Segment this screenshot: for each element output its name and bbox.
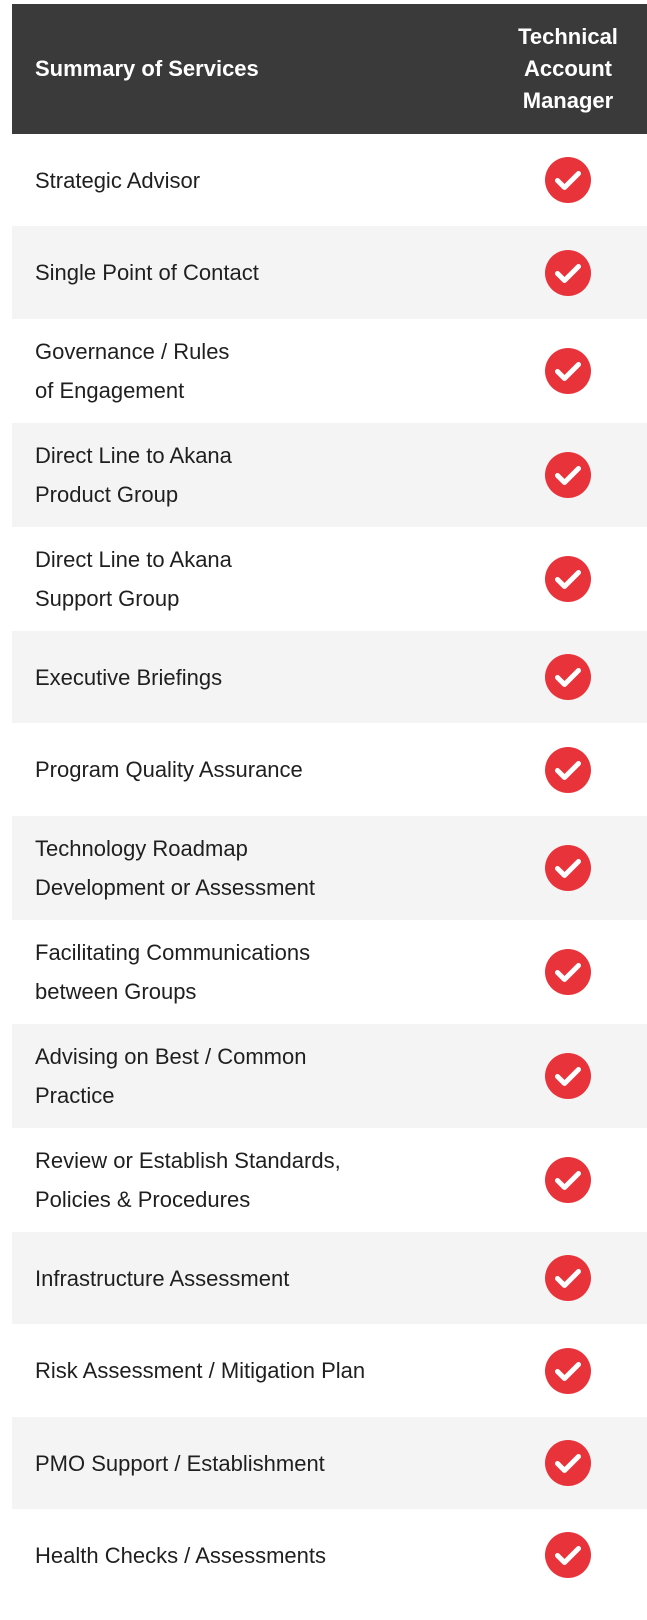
- header-technical-account-manager: Technical Account Manager: [501, 21, 635, 117]
- check-circle-icon: [545, 746, 591, 793]
- service-label-line: Health Checks / Assessments: [35, 1542, 327, 1568]
- table-body: Strategic Advisor Single Point of Contact…: [12, 134, 647, 1601]
- tam-included-cell: [501, 249, 635, 296]
- service-label-line: Facilitating Communications: [35, 940, 311, 965]
- tam-included-cell: [501, 1053, 635, 1099]
- service-label-line: Infrastructure Assessment: [35, 1265, 290, 1291]
- tam-included-cell: [501, 949, 635, 995]
- header-summary-of-services: Summary of Services: [35, 56, 259, 81]
- service-label-line: Direct Line to Akana: [35, 547, 232, 572]
- check-circle-icon: [545, 1532, 591, 1578]
- table-row: Facilitating Communications between Group…: [12, 920, 647, 1024]
- tam-included-cell: [501, 1440, 635, 1486]
- tam-included-cell: [501, 746, 635, 793]
- service-label: Review or Establish Standards, Policies &…: [12, 1141, 501, 1219]
- service-label: Single Point of Contact: [12, 253, 501, 292]
- tam-included-cell: [501, 1255, 635, 1301]
- service-label: Governance / Rules of Engagement: [12, 332, 501, 410]
- tam-included-cell: [501, 157, 635, 203]
- tam-included-cell: [501, 654, 635, 700]
- service-label-line: Governance / Rules: [35, 339, 230, 364]
- table-row: Program Quality Assurance: [12, 723, 647, 816]
- table-row: PMO Support / Establishment: [12, 1417, 647, 1509]
- table-row: Executive Briefings: [12, 631, 647, 723]
- table-header: Summary of Services Technical Account Ma…: [12, 4, 647, 134]
- tam-included-cell: [501, 556, 635, 602]
- service-label-line: Support Group: [35, 586, 180, 611]
- service-label-line: Executive Briefings: [35, 664, 223, 690]
- service-label: Program Quality Assurance: [12, 750, 501, 789]
- header-tam-line: Manager: [522, 88, 614, 113]
- service-label-line: Program Quality Assurance: [35, 757, 303, 782]
- check-circle-icon: [545, 452, 591, 498]
- table-row: Technology Roadmap Development or Assessm…: [12, 816, 647, 920]
- header-tam-line: Technical: [518, 24, 618, 49]
- check-circle-icon: [545, 949, 591, 995]
- service-label-line: Practice: [35, 1083, 115, 1108]
- service-label-line: of Engagement: [35, 378, 185, 403]
- table-row: Direct Line to Akana Support Group: [12, 527, 647, 631]
- check-circle-icon: [545, 249, 591, 296]
- service-label-line: Advising on Best / Common: [35, 1044, 307, 1069]
- tam-included-cell: [501, 452, 635, 498]
- tam-included-cell: [501, 1532, 635, 1578]
- service-label-line: Technology Roadmap: [35, 836, 248, 861]
- service-label-line: Risk Assessment / Mitigation Plan: [35, 1358, 366, 1383]
- services-table: Summary of Services Technical Account Ma…: [12, 4, 647, 1601]
- check-circle-icon: [545, 556, 591, 602]
- service-label: Technology Roadmap Development or Assessm…: [12, 829, 501, 907]
- service-label-line: Review or Establish Standards,: [35, 1148, 341, 1173]
- service-label: Executive Briefings: [12, 658, 501, 697]
- service-label: Infrastructure Assessment: [12, 1259, 501, 1298]
- tam-included-cell: [501, 845, 635, 891]
- tam-included-cell: [501, 348, 635, 394]
- table-row: Strategic Advisor: [12, 134, 647, 226]
- table-row: Single Point of Contact: [12, 226, 647, 319]
- table-row: Direct Line to Akana Product Group: [12, 423, 647, 527]
- check-circle-icon: [545, 654, 591, 700]
- service-label: Risk Assessment / Mitigation Plan: [12, 1351, 501, 1390]
- service-label: Facilitating Communications between Group…: [12, 933, 501, 1011]
- check-circle-icon: [545, 845, 591, 891]
- service-label: PMO Support / Establishment: [12, 1444, 501, 1483]
- check-circle-icon: [545, 1255, 591, 1301]
- check-circle-icon: [545, 1157, 591, 1203]
- service-label-line: PMO Support / Establishment: [35, 1450, 325, 1476]
- table-row: Risk Assessment / Mitigation Plan: [12, 1324, 647, 1417]
- tam-included-cell: [501, 1157, 635, 1203]
- service-label-line: Direct Line to Akana: [35, 443, 232, 468]
- service-label-line: Strategic Advisor: [35, 167, 201, 193]
- service-label-line: Single Point of Contact: [35, 260, 259, 285]
- table-row: Review or Establish Standards, Policies &…: [12, 1128, 647, 1232]
- service-label-line: between Groups: [35, 979, 197, 1004]
- table-row: Health Checks / Assessments: [12, 1509, 647, 1601]
- table-row: Advising on Best / Common Practice: [12, 1024, 647, 1128]
- service-label: Advising on Best / Common Practice: [12, 1037, 501, 1115]
- service-label: Health Checks / Assessments: [12, 1536, 501, 1575]
- service-label: Direct Line to Akana Support Group: [12, 540, 501, 618]
- header-tam-line: Account: [524, 56, 612, 81]
- check-circle-icon: [545, 1053, 591, 1099]
- service-label: Direct Line to Akana Product Group: [12, 436, 501, 514]
- check-circle-icon: [545, 1347, 591, 1394]
- service-label: Strategic Advisor: [12, 161, 501, 200]
- service-label-line: Policies & Procedures: [35, 1187, 251, 1212]
- table-row: Governance / Rules of Engagement: [12, 319, 647, 423]
- table-row: Infrastructure Assessment: [12, 1232, 647, 1324]
- check-circle-icon: [545, 157, 591, 203]
- tam-included-cell: [501, 1347, 635, 1394]
- service-label-line: Product Group: [35, 482, 179, 507]
- check-circle-icon: [545, 348, 591, 394]
- service-label-line: Development or Assessment: [35, 875, 316, 900]
- check-circle-icon: [545, 1440, 591, 1486]
